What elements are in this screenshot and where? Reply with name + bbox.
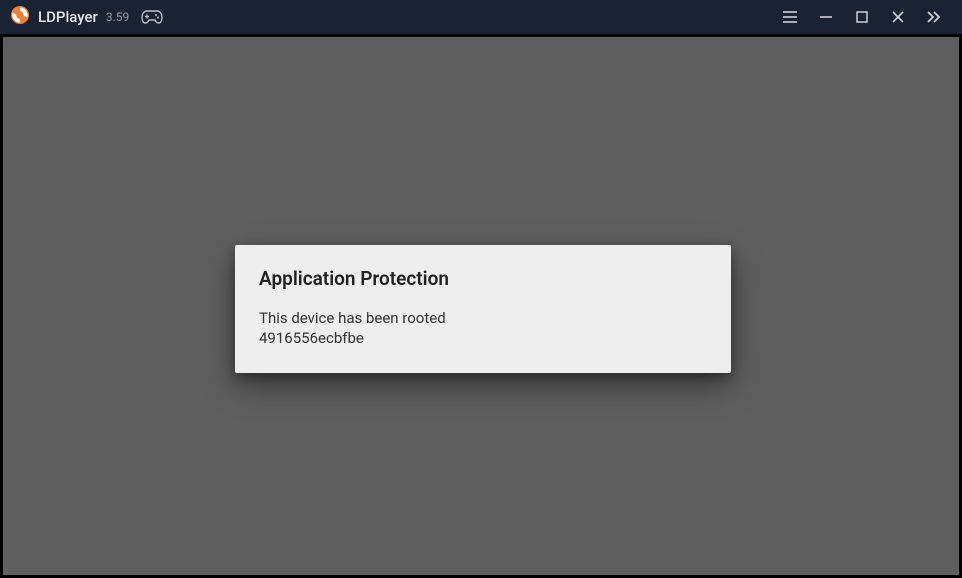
dialog-message-line1: This device has been rooted (259, 308, 707, 328)
hamburger-icon (783, 8, 797, 27)
maximize-button[interactable] (844, 0, 880, 34)
minimize-icon (820, 8, 832, 27)
dialog-message: This device has been rooted 4916556ecbfb… (259, 308, 707, 349)
expand-sidebar-button[interactable] (916, 0, 952, 34)
gamepad-icon[interactable] (141, 9, 163, 25)
menu-button[interactable] (772, 0, 808, 34)
app-version: 3.59 (106, 10, 129, 24)
alert-dialog: Application Protection This device has b… (235, 245, 731, 373)
app-window: LDPlayer 3.59 (0, 0, 962, 578)
minimize-button[interactable] (808, 0, 844, 34)
content-border: Application Protection This device has b… (0, 34, 962, 578)
titlebar-right (772, 0, 952, 34)
close-button[interactable] (880, 0, 916, 34)
titlebar: LDPlayer 3.59 (0, 0, 962, 34)
app-name: LDPlayer (38, 8, 98, 26)
titlebar-left: LDPlayer 3.59 (10, 5, 163, 29)
maximize-icon (856, 8, 868, 27)
close-icon (892, 8, 904, 27)
dialog-message-line2: 4916556ecbfbe (259, 328, 707, 348)
emulator-screen[interactable]: Application Protection This device has b… (3, 37, 959, 575)
chevron-double-right-icon (926, 8, 942, 27)
app-logo-icon (10, 5, 30, 29)
dialog-title: Application Protection (259, 267, 707, 290)
